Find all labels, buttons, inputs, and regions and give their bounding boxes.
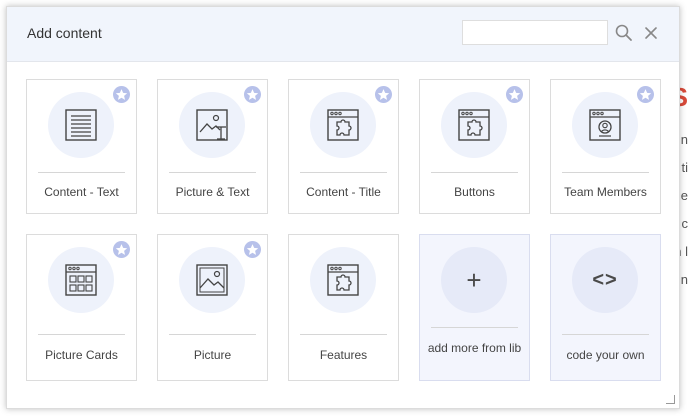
modal-title: Add content <box>27 25 102 41</box>
plus-icon: + <box>466 265 482 295</box>
search-icon <box>615 24 632 41</box>
star-icon <box>377 89 390 100</box>
card-label: add more from lib <box>427 341 522 355</box>
card-divider <box>38 334 125 335</box>
add-content-modal: Add content Content - Text Picture & Tex… <box>6 6 680 409</box>
resize-handle-icon[interactable] <box>666 395 675 404</box>
favorite-star-button[interactable] <box>113 241 130 258</box>
card-content-title[interactable]: Content - Title <box>288 79 399 214</box>
card-picture[interactable]: Picture <box>157 234 268 381</box>
background-text: n <box>680 132 688 147</box>
icon-circle: <> <box>572 247 638 313</box>
card-divider <box>169 334 256 335</box>
star-icon <box>246 244 259 255</box>
card-label: Buttons <box>454 185 495 199</box>
close-button[interactable] <box>641 23 661 43</box>
code-icon: <> <box>592 269 618 291</box>
card-divider <box>300 172 387 173</box>
favorite-star-button[interactable] <box>375 86 392 103</box>
card-divider <box>562 334 649 335</box>
card-divider <box>431 327 518 328</box>
puzzle-window-icon <box>327 109 359 141</box>
icon-circle <box>179 247 245 313</box>
card-label: code your own <box>566 348 645 362</box>
text-block-icon <box>65 109 97 141</box>
card-content-text[interactable]: Content - Text <box>26 79 137 214</box>
icon-circle: + <box>441 247 507 313</box>
icon-circle <box>441 92 507 158</box>
icon-circle <box>179 92 245 158</box>
star-icon <box>115 244 128 255</box>
card-label: Features <box>319 348 368 362</box>
cards-window-icon <box>65 264 97 296</box>
favorite-star-button[interactable] <box>506 86 523 103</box>
add-more-from-lib-button[interactable]: + add more from lib <box>419 234 530 381</box>
puzzle-window-icon <box>458 109 490 141</box>
favorite-star-button[interactable] <box>113 86 130 103</box>
icon-circle <box>310 92 376 158</box>
card-picture-text[interactable]: Picture & Text <box>157 79 268 214</box>
star-icon <box>508 89 521 100</box>
favorite-star-button[interactable] <box>244 86 261 103</box>
picture-icon <box>196 264 228 296</box>
puzzle-window-icon <box>327 264 359 296</box>
card-label: Picture Cards <box>45 348 118 362</box>
card-divider <box>38 172 125 173</box>
code-your-own-button[interactable]: <> code your own <box>550 234 661 381</box>
background-text: e <box>680 188 688 203</box>
card-label: Team Members <box>564 185 647 199</box>
icon-circle <box>572 92 638 158</box>
background-text: ti <box>681 160 688 175</box>
star-icon <box>639 89 652 100</box>
background-text: n <box>680 272 688 287</box>
modal-header: Add content <box>7 7 679 62</box>
card-picture-cards[interactable]: Picture Cards <box>26 234 137 381</box>
favorite-star-button[interactable] <box>244 241 261 258</box>
icon-circle <box>310 247 376 313</box>
card-label: Picture <box>193 348 232 362</box>
icon-circle <box>48 247 114 313</box>
close-icon <box>645 27 657 39</box>
star-icon <box>246 89 259 100</box>
favorite-star-button[interactable] <box>637 86 654 103</box>
person-window-icon <box>589 109 621 141</box>
card-label: Content - Title <box>306 185 381 199</box>
card-buttons[interactable]: Buttons <box>419 79 530 214</box>
icon-circle <box>48 92 114 158</box>
search-button[interactable] <box>614 23 634 43</box>
card-team-members[interactable]: Team Members <box>550 79 661 214</box>
card-divider <box>169 172 256 173</box>
star-icon <box>115 89 128 100</box>
background-text: c <box>681 216 688 231</box>
search-input[interactable] <box>462 20 608 45</box>
card-divider <box>431 172 518 173</box>
card-label: Content - Text <box>44 185 119 199</box>
card-features[interactable]: Features <box>288 234 399 381</box>
picture-text-icon <box>196 109 228 141</box>
card-divider <box>562 172 649 173</box>
card-divider <box>300 334 387 335</box>
card-label: Picture & Text <box>175 185 250 199</box>
